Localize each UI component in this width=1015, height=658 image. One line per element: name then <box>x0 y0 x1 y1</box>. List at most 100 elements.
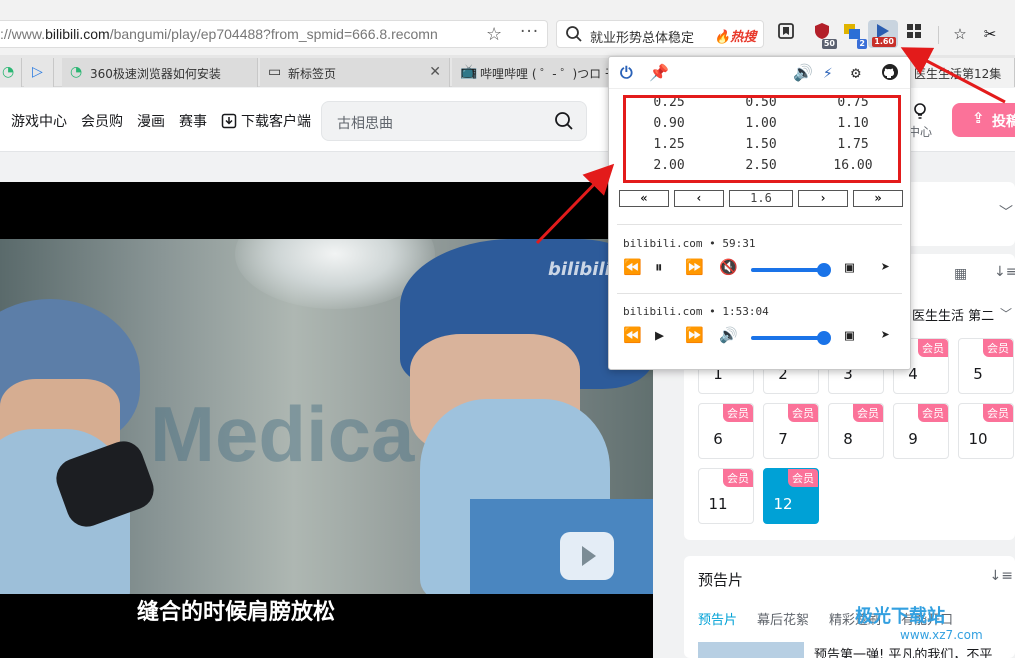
speed-down-button[interactable]: ‹ <box>674 190 724 207</box>
episode-item[interactable]: 会员 9 <box>893 403 949 459</box>
mute-icon[interactable]: 🔇 <box>719 258 738 276</box>
episode-item-active[interactable]: 会员 12 <box>763 468 819 524</box>
close-tab-icon[interactable]: ✕ <box>429 64 441 80</box>
tab-doctor-life[interactable]: 医生生活第12集 <box>900 58 1015 87</box>
favorites-icon[interactable]: ☆ <box>948 22 972 46</box>
trailer-thumbnail[interactable] <box>698 642 804 658</box>
tab-trailers[interactable]: 预告片 <box>698 609 737 628</box>
site-search-input[interactable]: 古相思曲 <box>321 101 587 141</box>
divider <box>617 224 902 225</box>
reader-extension-icon[interactable] <box>774 22 798 46</box>
episode-item[interactable]: 会员 6 <box>698 403 754 459</box>
translate-badge: 2 <box>857 39 867 49</box>
translate-extension-icon[interactable]: 2 <box>840 22 867 49</box>
episode-item[interactable]: 会员 11 <box>698 468 754 524</box>
address-bar[interactable]: ://www.bilibili.com/bangumi/play/ep70448… <box>0 20 548 48</box>
video-speed-popup: ⏻ 📌 🔊 ⚡ ⚙ 0.25 0.50 0.75 0.90 1.00 1.10 … <box>608 56 911 370</box>
pause-icon[interactable]: ⏸ <box>655 258 663 276</box>
url-text[interactable]: ://www.bilibili.com/bangumi/play/ep70448… <box>0 26 438 42</box>
volume-icon[interactable]: 🔊 <box>719 326 738 344</box>
power-icon[interactable]: ⏻ <box>620 63 633 83</box>
play-icon[interactable]: ▶ <box>655 326 664 344</box>
upload-icon: ⇪ <box>972 109 985 127</box>
speed-max-button[interactable]: » <box>853 190 903 207</box>
tab-new-tab[interactable]: ▭ 新标签页 ✕ <box>260 58 450 87</box>
volume-slider-knob[interactable] <box>817 331 831 345</box>
nav-game-center[interactable]: 游戏中心 <box>11 111 67 131</box>
trailer-title: 预告片 <box>698 571 744 589</box>
vip-badge: 会员 <box>788 404 818 422</box>
browser-logo-icon: ◔ <box>2 64 15 80</box>
rewind-icon[interactable]: ⏪ <box>623 326 642 344</box>
nav-download-client[interactable]: 下载客户端 <box>221 111 311 131</box>
hot-search-text: 就业形势总体稳定 <box>590 31 695 46</box>
search-icon <box>565 25 583 47</box>
tab-behind-scenes[interactable]: 幕后花絮 <box>757 609 809 628</box>
media-source-label: bilibili.com • 1:53:04 <box>623 305 769 318</box>
lightning-icon[interactable]: ⚡ <box>823 63 833 82</box>
site-nav: 游戏中心 会员购 漫画 赛事 下载客户端 <box>11 111 311 131</box>
speed-min-button[interactable]: « <box>619 190 669 207</box>
video-watermark: bilibili <box>548 259 611 280</box>
video-player[interactable]: Medica bilibili 缝合的时候肩膀放松 <box>0 182 653 658</box>
vip-badge: 会员 <box>723 469 753 487</box>
vip-badge: 会员 <box>788 469 818 487</box>
media-source-label: bilibili.com • 59:31 <box>623 237 756 250</box>
grid-view-icon[interactable]: ▦ <box>954 266 967 282</box>
speed-value-field[interactable]: 1.6 <box>729 190 793 207</box>
download-icon <box>221 113 237 129</box>
site-watermark: 极光下载站 <box>855 606 945 627</box>
video-speed-extension-icon[interactable]: 1.60 <box>868 20 898 48</box>
vip-badge: 会员 <box>853 404 883 422</box>
chevron-down-icon[interactable]: ﹀ <box>1000 305 1012 322</box>
trailer-item-title[interactable]: 预告第一弹! 平凡的我们，不平 <box>814 644 992 658</box>
chevron-down-icon[interactable]: ﹀ <box>999 202 1013 222</box>
media-controls: ⏪ ⏸ ⏩ 🔇 ▣ ➤ <box>623 258 903 280</box>
github-icon[interactable] <box>881 63 899 85</box>
volume-icon[interactable]: 🔊 <box>793 63 813 82</box>
tab-360-browser[interactable]: ◔ 360极速浏览器如何安装 <box>62 58 258 87</box>
search-placeholder: 古相思曲 <box>337 116 393 132</box>
nav-esports[interactable]: 赛事 <box>179 111 207 131</box>
search-icon[interactable] <box>554 111 574 135</box>
cursor-icon[interactable]: ➤ <box>881 258 890 276</box>
upload-button[interactable]: ⇪ 投稿 <box>952 103 1015 137</box>
picture-in-picture-icon[interactable]: ▣ <box>845 258 854 276</box>
gear-icon[interactable]: ⚙ <box>851 63 861 82</box>
episode-item[interactable]: 会员 10 <box>958 403 1014 459</box>
episode-item[interactable]: 会员 5 <box>958 338 1014 394</box>
trailer-panel: 预告片 ↓≡ 预告片 幕后花絮 精彩速刷 有能开口 预告第一弹! 平凡的我们，不… <box>684 556 1015 658</box>
screenshot-scissors-icon[interactable]: ✂ <box>978 22 1002 46</box>
fast-forward-icon[interactable]: ⏩ <box>685 258 704 276</box>
bookmark-star-icon[interactable]: ☆ <box>486 24 502 45</box>
sort-icon[interactable]: ↓≡ <box>994 264 1015 280</box>
volume-slider-knob[interactable] <box>817 263 831 277</box>
cursor-icon[interactable]: ➤ <box>881 326 890 344</box>
shield-extension-icon[interactable]: 50 <box>810 22 837 49</box>
more-options-icon[interactable]: ··· <box>520 22 539 42</box>
pinned-tab-play[interactable]: ▷ <box>24 58 54 87</box>
media-controls: ⏪ ▶ ⏩ 🔊 ▣ ➤ <box>623 326 903 348</box>
browser-search-box[interactable]: 就业形势总体稳定 🔥热搜 <box>556 20 764 48</box>
vip-badge: 会员 <box>918 404 948 422</box>
volume-slider[interactable] <box>751 331 831 345</box>
tab-bilibili[interactable]: 📺 哔哩哔哩 ( ゜- ゜)つロ 干 <box>452 58 612 87</box>
pin-icon[interactable]: 📌 <box>649 63 669 82</box>
fast-forward-icon[interactable]: ⏩ <box>685 326 704 344</box>
apps-grid-icon[interactable] <box>902 22 926 46</box>
divider <box>617 293 902 294</box>
pinned-tab[interactable]: ◔ <box>0 58 22 87</box>
nav-manga[interactable]: 漫画 <box>137 111 165 131</box>
video-subtitle: 缝合的时候肩膀放松 <box>136 600 335 625</box>
sort-icon[interactable]: ↓≡ <box>990 568 1013 584</box>
picture-in-picture-icon[interactable]: ▣ <box>845 326 854 344</box>
video-frame[interactable]: Medica bilibili <box>0 239 653 594</box>
rewind-icon[interactable]: ⏪ <box>623 258 642 276</box>
lightbulb-icon <box>914 103 926 119</box>
browser-toolbar: ://www.bilibili.com/bangumi/play/ep70448… <box>0 0 1015 55</box>
speed-up-button[interactable]: › <box>798 190 848 207</box>
volume-slider[interactable] <box>751 263 831 277</box>
nav-vip-shop[interactable]: 会员购 <box>81 111 123 131</box>
episode-item[interactable]: 会员 7 <box>763 403 819 459</box>
episode-item[interactable]: 会员 8 <box>828 403 884 459</box>
